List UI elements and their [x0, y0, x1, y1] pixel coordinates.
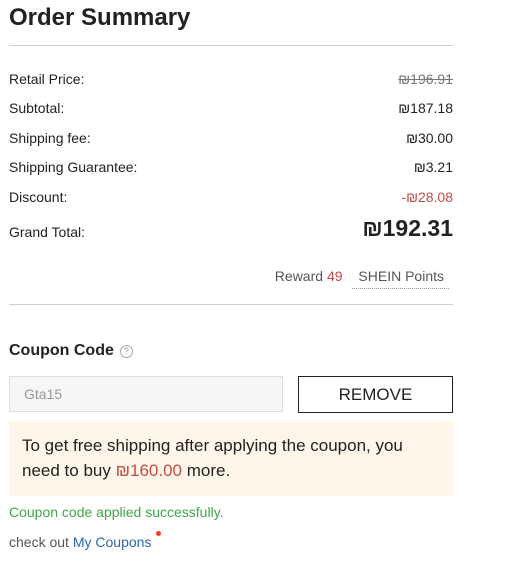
- shipping-guarantee-label: Shipping Guarantee:: [9, 159, 138, 175]
- notice-text-after: more.: [182, 461, 231, 480]
- retail-price-value: ₪196.91: [398, 71, 453, 87]
- retail-price-label: Retail Price:: [9, 71, 85, 87]
- shipping-fee-label: Shipping fee:: [9, 130, 91, 146]
- question-circle-icon[interactable]: ?: [119, 345, 133, 358]
- order-summary-title: Order Summary: [9, 4, 191, 31]
- title-divider: [9, 45, 453, 46]
- reward-points-count: 49: [326, 268, 343, 284]
- subtotal-row: Subtotal: ₪187.18: [9, 98, 453, 118]
- grand-total-label: Grand Total:: [9, 224, 86, 240]
- checkout-prefix: check out: [9, 534, 69, 550]
- shipping-guarantee-value: ₪3.21: [413, 159, 453, 175]
- coupon-success-message: Coupon code applied successfully.: [9, 504, 224, 520]
- reward-prefix: Reward: [274, 268, 324, 284]
- shein-points-link[interactable]: SHEIN Points: [352, 268, 449, 289]
- discount-value: -₪28.08: [401, 189, 453, 205]
- grand-total-row: Grand Total: ₪192.31: [9, 217, 453, 242]
- shipping-fee-value: ₪30.00: [406, 130, 453, 146]
- shipping-guarantee-row: Shipping Guarantee: ₪3.21: [9, 157, 453, 177]
- check-out-coupons: check out My Coupons: [9, 531, 162, 552]
- retail-price-row: Retail Price: ₪196.91: [9, 69, 453, 89]
- subtotal-label: Subtotal:: [9, 100, 65, 116]
- notice-amount: ₪160.00: [115, 461, 183, 480]
- shipping-fee-row: Shipping fee: ₪30.00: [9, 128, 453, 148]
- summary-divider: [9, 304, 453, 305]
- remove-coupon-button[interactable]: REMOVE: [298, 376, 453, 413]
- reward-points: Reward 49 SHEIN Points: [274, 266, 449, 289]
- discount-row: Discount: -₪28.08: [9, 187, 453, 207]
- notification-dot-icon: [156, 531, 162, 536]
- discount-label: Discount:: [9, 189, 68, 205]
- coupon-code-heading: Coupon Code?: [9, 340, 133, 362]
- coupon-code-title: Coupon Code: [9, 342, 114, 359]
- grand-total-value: ₪192.31: [362, 215, 453, 241]
- free-shipping-notice: To get free shipping after applying the …: [9, 421, 453, 496]
- coupon-code-input[interactable]: [9, 376, 283, 412]
- my-coupons-link[interactable]: My Coupons: [73, 534, 152, 550]
- subtotal-value: ₪187.18: [398, 100, 453, 116]
